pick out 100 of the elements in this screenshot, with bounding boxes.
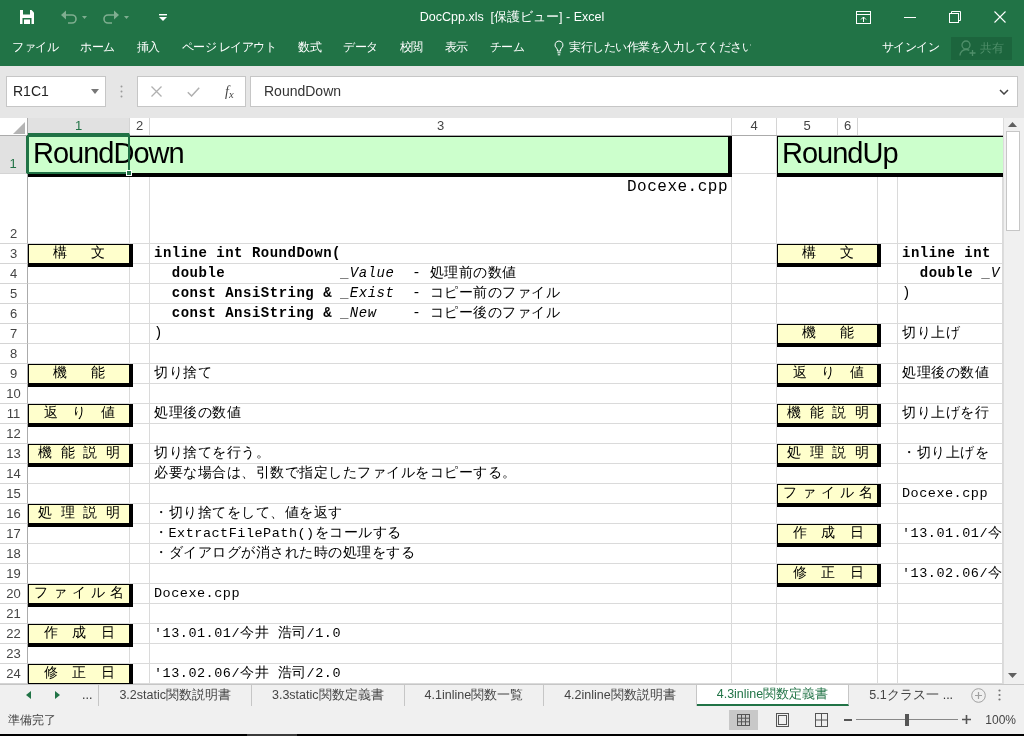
ribbon-tab[interactable]: ホーム	[80, 38, 115, 58]
row-header[interactable]: 6	[0, 304, 28, 324]
zoom-out-icon[interactable]	[844, 718, 853, 721]
row-header[interactable]: 19	[0, 564, 28, 584]
code-line: const AnsiString & _Exist - コピー前のファイル	[170, 284, 561, 303]
section-label: 返り値	[777, 364, 881, 387]
row-header[interactable]: 1	[0, 136, 28, 174]
code-line: inline int RoundDown(	[153, 244, 341, 263]
row-header[interactable]: 5	[0, 284, 28, 304]
row-header[interactable]: 21	[0, 604, 28, 624]
expand-icon[interactable]	[999, 88, 1009, 95]
row-header[interactable]: 16	[0, 504, 28, 524]
cell-text: 切り捨てを行う。	[153, 444, 270, 463]
close-icon[interactable]	[994, 11, 1006, 23]
more-sheets-button[interactable]: ...	[942, 689, 954, 702]
more-sheets-button[interactable]: ...	[82, 689, 93, 702]
ribbon-tab[interactable]: ページ レイアウト	[181, 38, 277, 58]
ribbon-tab[interactable]: 校閲	[399, 38, 423, 58]
cell-text: ・ExtractFilePath()をコールする	[153, 525, 402, 543]
vertical-scrollbar[interactable]	[1003, 118, 1021, 684]
column-header[interactable]: 5	[777, 118, 838, 135]
cell-text: 切り上げを行	[901, 404, 989, 423]
zoom-in-icon[interactable]	[962, 715, 972, 725]
sheet-tab[interactable]: 4.3inline関数定義書	[696, 685, 850, 706]
insert-function-button[interactable]: f$_{x}$	[225, 84, 234, 99]
function-title: RoundUp	[777, 136, 1003, 177]
zoom-level-text[interactable]: 100%	[985, 710, 1016, 729]
name-box[interactable]: R1C1	[6, 76, 106, 107]
row-header[interactable]: 9	[0, 364, 28, 384]
row-header[interactable]: 15	[0, 484, 28, 504]
column-header[interactable]: 4	[732, 118, 777, 135]
ribbon-tab[interactable]: チーム	[489, 38, 525, 58]
sheet-tab[interactable]: 3.3static関数定義書	[252, 685, 405, 706]
scroll-down-icon[interactable]	[1008, 673, 1017, 678]
customize-caret-icon[interactable]	[159, 13, 167, 21]
sheet-tab[interactable]: 3.2static関数説明書	[99, 685, 252, 706]
ribbon-tab[interactable]: 挿入	[136, 38, 160, 58]
row-header[interactable]: 23	[0, 644, 28, 664]
row-header[interactable]: 22	[0, 624, 28, 644]
row-header[interactable]: 10	[0, 384, 28, 404]
column-header[interactable]: 3	[150, 118, 732, 135]
section-label: 作成日	[28, 624, 133, 647]
code-line: double _V	[918, 264, 1000, 283]
section-label: 構文	[28, 244, 133, 267]
cell-text: 必要な場合は、引数で指定したファイルをコピーする。	[153, 464, 517, 483]
row-header[interactable]: 2	[0, 174, 28, 244]
code-line: )	[901, 284, 911, 303]
ribbon-display-icon[interactable]	[856, 10, 871, 24]
row-header[interactable]: 12	[0, 424, 28, 444]
scroll-right-icon[interactable]	[55, 691, 60, 700]
sign-in-link[interactable]: サインイン	[881, 39, 939, 57]
ribbon-tab[interactable]: データ	[343, 38, 378, 58]
row-header[interactable]: 18	[0, 544, 28, 564]
cell-text: 切り捨て	[153, 364, 212, 383]
section-label: 機能説明	[28, 444, 133, 467]
ribbon-tab[interactable]: 数式	[298, 38, 322, 58]
scrollbar-thumb[interactable]	[1005, 131, 1020, 231]
section-label: 返り値	[28, 404, 133, 427]
row-header[interactable]: 11	[0, 404, 28, 424]
row-header[interactable]: 24	[0, 664, 28, 684]
sheet-tab[interactable]: 5.1クラス一	[849, 685, 943, 706]
ribbon-tab[interactable]: 表示	[444, 38, 468, 58]
row-header[interactable]: 4	[0, 264, 28, 284]
restore-icon[interactable]	[949, 11, 961, 23]
caret-icon[interactable]	[91, 89, 99, 94]
section-label: 機能	[28, 364, 133, 387]
row-header[interactable]: 14	[0, 464, 28, 484]
scroll-up-icon[interactable]	[1008, 122, 1017, 127]
row-header[interactable]: 17	[0, 524, 28, 544]
ribbon-tab[interactable]: ファイル	[12, 38, 58, 58]
column-header[interactable]: 1	[28, 118, 130, 135]
cell-text: ・ダイアログが消された時の処理をする	[153, 544, 415, 563]
grid-view-icon[interactable]	[729, 709, 759, 730]
section-label: ファイル名	[777, 484, 881, 507]
cell-text: 処理後の数値	[153, 404, 241, 423]
sheet-tab[interactable]: 4.2inline関数説明書	[544, 685, 697, 706]
sheet-tab[interactable]: 4.1inline関数一覧	[404, 685, 545, 706]
row-header[interactable]: 3	[0, 244, 28, 264]
row-header[interactable]: 8	[0, 344, 28, 364]
cell-text: Docexe.cpp	[901, 485, 988, 503]
more-options-icon[interactable]	[998, 689, 1002, 702]
cell-text: '13.02.06/今井 浩司/2.0	[153, 664, 342, 683]
worksheet-grid[interactable]	[0, 136, 1003, 684]
window-title: DocCpp.xls [保護ビュー] - Excel	[419, 8, 605, 26]
code-line: inline int	[901, 244, 991, 263]
zoom-slider-thumb[interactable]	[905, 713, 910, 726]
section-label: 処理説明	[777, 444, 881, 467]
fill-handle[interactable]	[126, 170, 132, 176]
column-header[interactable]: 2	[130, 118, 150, 135]
code-line: const AnsiString & _New - コピー後のファイル	[170, 304, 561, 323]
cell-text: Docexe.cpp	[153, 585, 240, 603]
row-header[interactable]: 7	[0, 324, 28, 344]
row-header[interactable]: 13	[0, 444, 28, 464]
row-header[interactable]: 20	[0, 584, 28, 604]
save-icon[interactable]	[19, 9, 35, 25]
section-label: 機能	[777, 324, 881, 347]
column-header[interactable]: 6	[838, 118, 858, 135]
code-line: )	[153, 324, 163, 343]
formula-field[interactable]: RoundDown	[250, 76, 1018, 107]
scroll-left-icon[interactable]	[26, 691, 31, 700]
